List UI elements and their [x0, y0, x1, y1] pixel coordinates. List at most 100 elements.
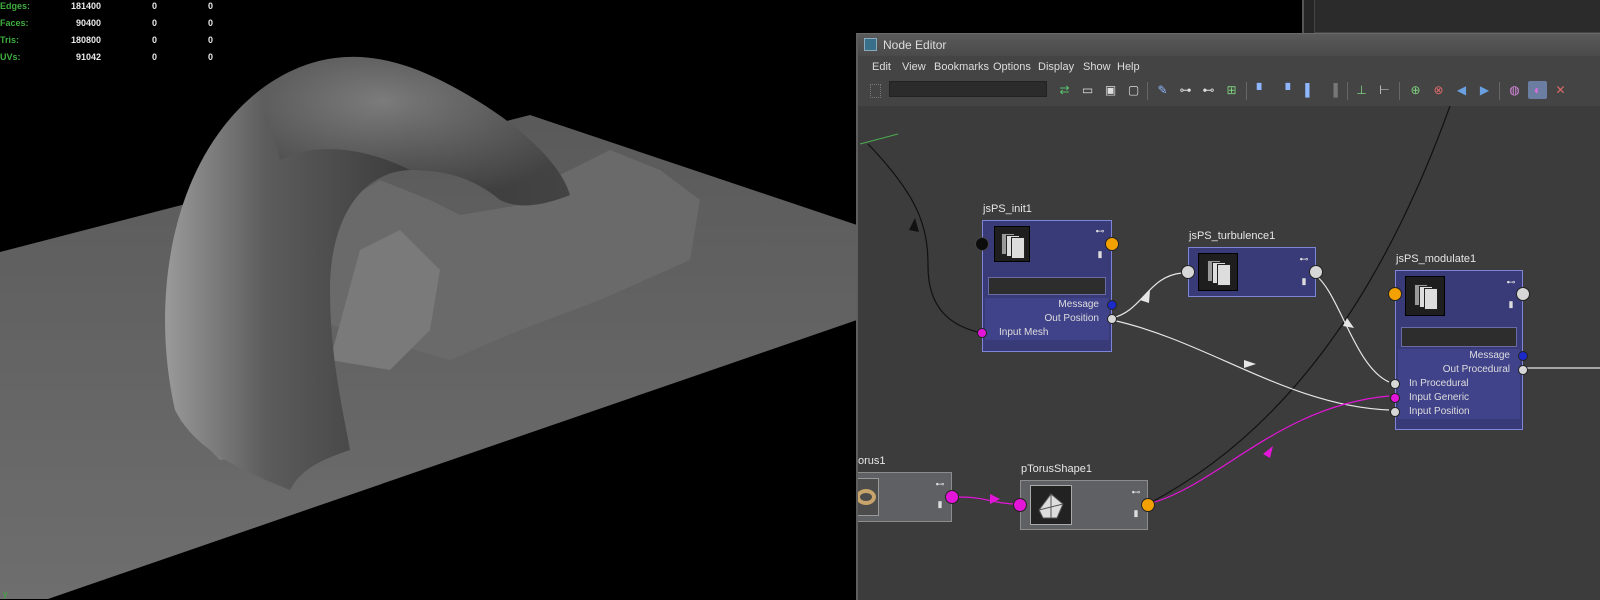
- window-titlebar[interactable]: Node Editor: [858, 34, 1600, 56]
- node-title: orus1: [858, 455, 886, 467]
- port-label-message: Message: [1398, 349, 1520, 363]
- pin-icon[interactable]: ⊷: [1299, 254, 1309, 264]
- menu-show[interactable]: Show: [1083, 61, 1111, 73]
- 3d-viewport[interactable]: Edges: 181400 0 0 Faces: 90400 0 0 Tris:…: [0, 0, 857, 599]
- port-label-out-procedural: Out Procedural: [1398, 363, 1520, 377]
- input-mesh-port[interactable]: [977, 328, 987, 338]
- hud-label: Edges:: [0, 1, 31, 11]
- align-right-icon[interactable]: ▌: [1300, 81, 1319, 99]
- port-label-input-generic: Input Generic: [1398, 391, 1520, 405]
- node-body: ⊷ ▮ Message Out Position Input Mesh: [982, 220, 1112, 352]
- input-generic-port[interactable]: [1390, 393, 1400, 403]
- search-input[interactable]: [889, 81, 1047, 97]
- procedural-node-icon: [1198, 253, 1238, 291]
- node-editor-window[interactable]: Node Editor Edit View Bookmarks Options …: [856, 33, 1600, 600]
- graph-connections-icon[interactable]: ⇄: [1055, 81, 1074, 99]
- message-port[interactable]: [1518, 351, 1528, 361]
- output-port[interactable]: [1516, 287, 1530, 301]
- hud-value: 0: [208, 52, 214, 62]
- hud-value: 0: [152, 18, 158, 28]
- node-jsps-modulate1[interactable]: jsPS_modulate1 ⊷ ▮ Message Out Procedura…: [1388, 253, 1530, 430]
- port-label-out-position: Out Position: [985, 312, 1109, 326]
- menu-edit[interactable]: Edit: [872, 61, 891, 73]
- hud-value: 180800: [70, 35, 101, 45]
- output-port[interactable]: [945, 490, 959, 504]
- attribute-icon[interactable]: ▮: [935, 499, 945, 509]
- toolbar-grip-icon[interactable]: [870, 84, 881, 98]
- hud-row-tris: Tris: 180800 0 0: [0, 35, 220, 52]
- node-torus1[interactable]: orus1 ⊷ ▮: [858, 455, 959, 522]
- out-position-port[interactable]: [1107, 314, 1117, 324]
- input-port[interactable]: [1181, 265, 1195, 279]
- node-title: jsPS_modulate1: [1396, 253, 1477, 265]
- hud-row-faces: Faces: 90400 0 0: [0, 18, 220, 35]
- node-body: ⊷ ▮ Message Out Procedural In Procedural…: [1395, 270, 1523, 430]
- bookmark-remove-icon[interactable]: ⊗: [1429, 81, 1448, 99]
- output-port[interactable]: [1141, 498, 1155, 512]
- pin-icon[interactable]: ⊷: [1095, 226, 1105, 236]
- message-port[interactable]: [1107, 300, 1117, 310]
- menu-options[interactable]: Options: [993, 61, 1031, 73]
- align-justify-icon[interactable]: ▐: [1324, 81, 1343, 99]
- node-field[interactable]: [1401, 327, 1517, 347]
- hud-row-edges: Edges: 181400 0 0: [0, 1, 220, 18]
- in-procedural-port[interactable]: [1390, 379, 1400, 389]
- node-graph-canvas[interactable]: jsPS_init1 ⊷ ▮ Message Out Position Inpu…: [858, 106, 1600, 600]
- menu-view[interactable]: View: [902, 61, 926, 73]
- close-graph-icon[interactable]: ✕: [1551, 81, 1570, 99]
- add-node-icon[interactable]: ✎: [1153, 81, 1172, 99]
- pin-icon[interactable]: ⊷: [1199, 81, 1218, 99]
- pin-selected-icon[interactable]: ⊥: [1352, 81, 1371, 99]
- menu-help[interactable]: Help: [1117, 61, 1140, 73]
- hud-value: 0: [152, 1, 158, 11]
- hud-value: 0: [208, 35, 214, 45]
- layout-icon[interactable]: ▢: [1124, 81, 1143, 99]
- hud-value: 0: [152, 35, 158, 45]
- node-ptorusshape1[interactable]: pTorusShape1 ⊷ ▮: [1013, 463, 1155, 530]
- axis-indicator: y: [3, 589, 8, 599]
- menu-bookmarks[interactable]: Bookmarks: [934, 61, 989, 73]
- output-port[interactable]: [1105, 237, 1119, 251]
- attribute-icon[interactable]: ▮: [1131, 508, 1141, 518]
- display-mode-icon[interactable]: ◐: [1528, 81, 1547, 99]
- out-procedural-port[interactable]: [1518, 365, 1528, 375]
- input-port[interactable]: [1013, 498, 1027, 512]
- input-position-port[interactable]: [1390, 407, 1400, 417]
- procedural-node-icon: [994, 226, 1030, 262]
- attribute-icon[interactable]: ▮: [1506, 299, 1516, 309]
- frame-icon[interactable]: ▭: [1078, 81, 1097, 99]
- grid-icon[interactable]: ⊞: [1222, 81, 1241, 99]
- terrain-plane: [0, 115, 857, 599]
- connect-icon[interactable]: ⊢: [1375, 81, 1394, 99]
- input-port[interactable]: [975, 237, 989, 251]
- bookmark-add-icon[interactable]: ⊕: [1406, 81, 1425, 99]
- input-port[interactable]: [1388, 287, 1402, 301]
- previous-bookmark-icon[interactable]: ◀: [1452, 81, 1471, 99]
- pin-icon[interactable]: ⊷: [935, 479, 945, 489]
- shader-icon[interactable]: ◍: [1505, 81, 1524, 99]
- node-jsps-turbulence1[interactable]: jsPS_turbulence1 ⊷ ▮: [1181, 230, 1323, 297]
- window-title: Node Editor: [883, 38, 947, 52]
- next-bookmark-icon[interactable]: ▶: [1475, 81, 1494, 99]
- remove-node-icon[interactable]: ⊶: [1176, 81, 1195, 99]
- hud-value: 181400: [70, 1, 101, 11]
- port-label-in-procedural: In Procedural: [1398, 377, 1520, 391]
- hud-label: Tris:: [0, 35, 20, 45]
- attribute-icon[interactable]: ▮: [1299, 276, 1309, 286]
- menu-display[interactable]: Display: [1038, 61, 1074, 73]
- procedural-node-icon: [1405, 276, 1445, 316]
- attribute-icon[interactable]: ▮: [1095, 249, 1105, 259]
- node-field[interactable]: [988, 277, 1106, 295]
- pin-icon[interactable]: ⊷: [1506, 277, 1516, 287]
- align-left-icon[interactable]: ▘: [1252, 81, 1271, 99]
- frame-selected-icon[interactable]: ▣: [1101, 81, 1120, 99]
- node-title: pTorusShape1: [1021, 463, 1092, 475]
- node-jsps-init1[interactable]: jsPS_init1 ⊷ ▮ Message Out Position Inpu…: [975, 203, 1119, 352]
- output-port[interactable]: [1309, 265, 1323, 279]
- node-body: ⊷ ▮: [858, 472, 952, 522]
- align-center-icon[interactable]: ▝: [1276, 81, 1295, 99]
- viewport-render: [0, 56, 857, 599]
- pin-icon[interactable]: ⊷: [1131, 487, 1141, 497]
- hud-value: 91042: [75, 52, 101, 62]
- background-panel: [1302, 0, 1600, 33]
